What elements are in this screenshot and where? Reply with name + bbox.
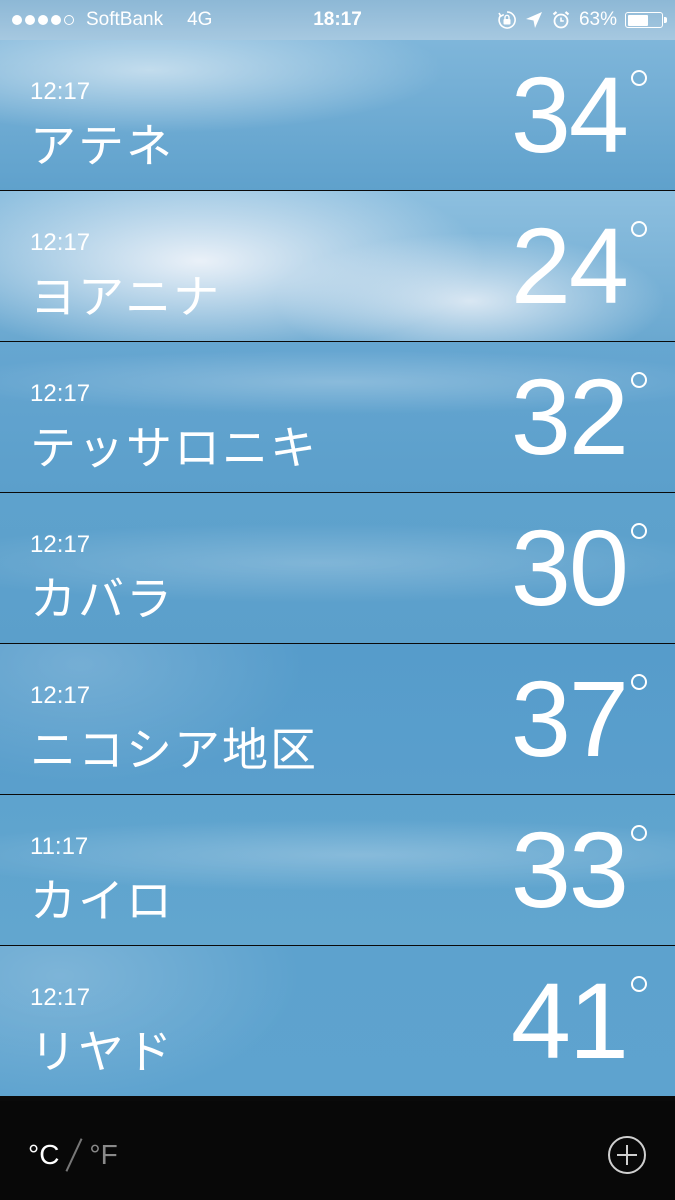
- city-local-time: 12:17: [30, 531, 91, 558]
- network-type: 4G: [187, 9, 213, 30]
- fahrenheit-option[interactable]: °F: [89, 1139, 117, 1171]
- city-temperature: 30: [510, 507, 629, 628]
- weather-app-screen: SoftBank 4G 18:17 63% 12:17 アテネ 34 12:17…: [0, 0, 675, 1200]
- city-name: カバラ: [30, 572, 174, 626]
- degree-symbol-icon: [631, 825, 647, 841]
- city-name: カイロ: [30, 874, 174, 928]
- unit-separator: [65, 1138, 83, 1172]
- city-row[interactable]: 12:17 テッサロニキ 32: [0, 342, 675, 492]
- celsius-option[interactable]: °C: [28, 1139, 59, 1171]
- degree-symbol-icon: [631, 372, 647, 388]
- city-name: ニコシア地区: [30, 723, 318, 777]
- status-bar: SoftBank 4G 18:17 63%: [0, 0, 675, 40]
- location-arrow-icon: [525, 11, 543, 29]
- city-temperature: 33: [510, 809, 629, 930]
- degree-symbol-icon: [631, 674, 647, 690]
- carrier-name: SoftBank: [86, 9, 164, 30]
- city-temperature: 41: [510, 960, 629, 1081]
- signal-strength-icon: [12, 15, 74, 25]
- degree-symbol-icon: [631, 523, 647, 539]
- city-local-time: 12:17: [30, 78, 91, 105]
- city-temperature: 24: [510, 205, 629, 326]
- city-row[interactable]: 12:17 リヤド 41: [0, 946, 675, 1096]
- city-name: リヤド: [30, 1025, 174, 1079]
- city-local-time: 12:17: [30, 984, 91, 1011]
- city-local-time: 11:17: [30, 833, 89, 860]
- city-temperature: 34: [510, 54, 629, 175]
- status-left: SoftBank 4G: [12, 0, 212, 40]
- unit-toggle[interactable]: °C °F: [28, 1137, 118, 1173]
- city-local-time: 12:17: [30, 380, 91, 407]
- alarm-icon: [551, 10, 571, 30]
- degree-symbol-icon: [631, 70, 647, 86]
- city-temperature: 37: [510, 658, 629, 779]
- add-city-button[interactable]: [608, 1136, 646, 1174]
- city-name: アテネ: [30, 119, 174, 173]
- city-row[interactable]: 12:17 ヨアニナ 24: [0, 191, 675, 341]
- battery-fill: [627, 14, 649, 26]
- city-row[interactable]: 12:17 カバラ 30: [0, 493, 675, 643]
- city-local-time: 12:17: [30, 682, 91, 709]
- city-temperature: 32: [510, 356, 629, 477]
- city-row[interactable]: 11:17 カイロ 33: [0, 795, 675, 945]
- orientation-lock-icon: [497, 10, 517, 30]
- bottom-toolbar: °C °F: [0, 1101, 675, 1200]
- degree-symbol-icon: [631, 976, 647, 992]
- city-row[interactable]: 12:17 ニコシア地区 37: [0, 644, 675, 794]
- battery-percent: 63%: [578, 9, 617, 30]
- city-name: テッサロニキ: [30, 421, 318, 475]
- city-list: 12:17 アテネ 34 12:17 ヨアニナ 24 12:17 テッサロニキ 32 12:17 カ…: [0, 40, 675, 1097]
- city-row[interactable]: 12:17 アテネ 34: [0, 40, 675, 190]
- status-right: 63%: [497, 0, 667, 40]
- city-local-time: 12:17: [30, 229, 91, 256]
- city-name: ヨアニナ: [30, 270, 222, 324]
- battery-icon: [625, 12, 667, 28]
- degree-symbol-icon: [631, 221, 647, 237]
